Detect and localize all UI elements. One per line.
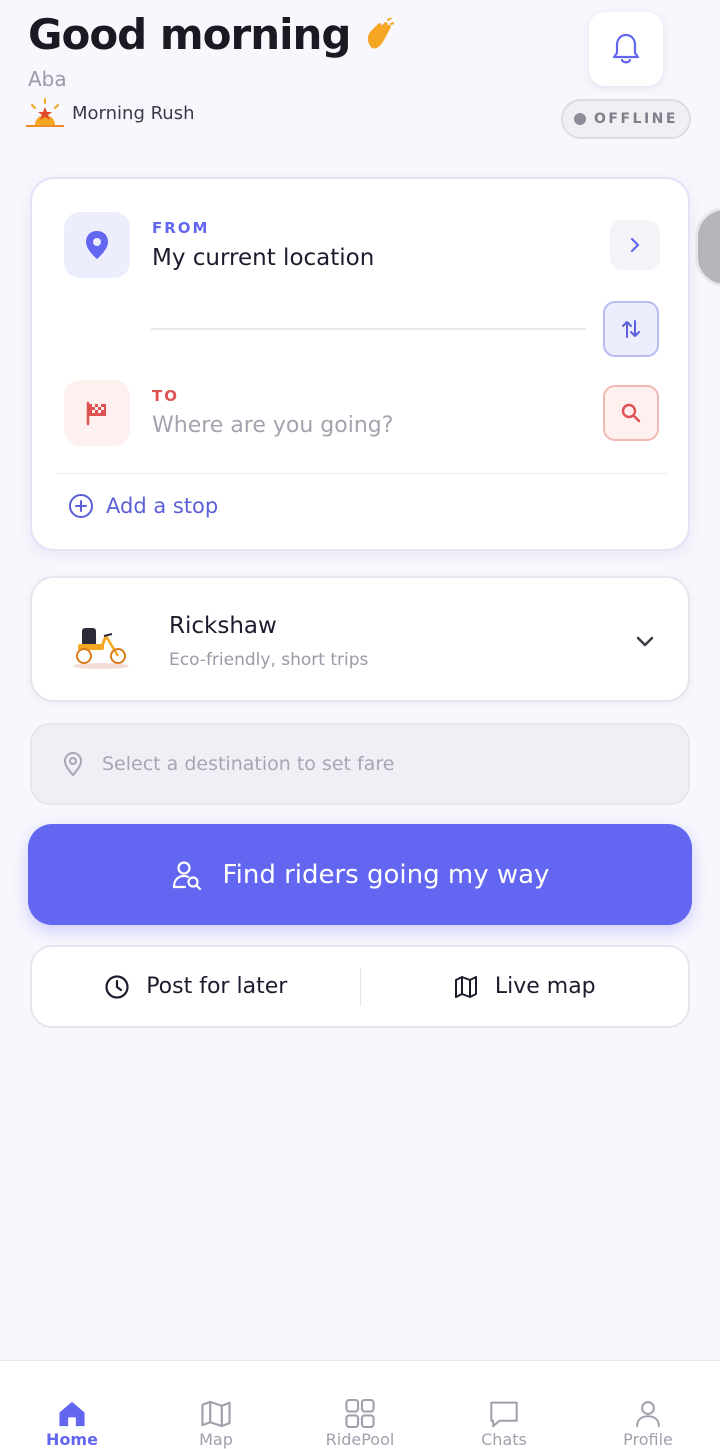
find-riders-button[interactable]: Find riders going my way [28,824,692,925]
nav-item-profile[interactable]: Profile [576,1361,720,1449]
status-dot [574,113,587,125]
user-search-icon [172,860,201,890]
add-stop-button[interactable]: Add a stop [68,493,218,519]
to-tile [64,380,130,446]
search-icon [621,403,641,423]
greeting-text: Good morning [28,10,351,59]
vehicle-description: Eco-friendly, short trips [169,650,369,670]
map-icon [201,1400,231,1428]
route-card: FROM My current location TO Where are yo… [30,177,690,551]
period-indicator: Morning Rush [24,98,194,128]
period-label: Morning Rush [72,102,195,124]
nav-label-map: Map [199,1430,233,1449]
sunrise-icon [26,98,64,127]
map-icon [454,975,477,998]
vehicle-name: Rickshaw [169,613,277,639]
plus-circle-icon [69,494,93,518]
destination-input[interactable]: Where are you going? [152,413,393,438]
nav-item-home[interactable]: Home [0,1361,144,1449]
chevron-right-icon [630,237,640,253]
online-status-toggle[interactable]: OFFLINE [561,99,691,139]
home-icon [59,1401,85,1427]
user-name: Aba [28,67,67,91]
floating-handle[interactable] [695,207,720,287]
nav-item-ridepool[interactable]: RidePool [288,1361,432,1449]
bottom-navigation: Home Map RidePool Chats Profile [0,1360,720,1449]
vehicle-selector[interactable]: Rickshaw Eco-friendly, short trips [30,576,690,702]
to-label: TO [152,387,179,405]
nav-label-ridepool: RidePool [325,1430,395,1449]
swap-icon [622,320,640,338]
nav-label-profile: Profile [623,1430,673,1449]
waving-hand-icon [368,17,395,49]
swap-locations-button[interactable] [603,301,659,357]
post-for-later-button[interactable]: Post for later [32,947,360,1026]
rickshaw-icon [73,628,129,669]
from-label: FROM [152,219,210,237]
nav-item-chats[interactable]: Chats [432,1361,576,1449]
from-tile [64,212,130,278]
grid-icon [345,1399,375,1428]
greeting-heading: Good morning [28,10,395,59]
notifications-button[interactable] [589,12,663,86]
nav-label-chats: Chats [481,1430,527,1449]
clock-icon [105,974,129,999]
from-to-divider [151,328,586,330]
fare-field[interactable]: Select a destination to set fare [30,723,690,805]
chevron-down-icon [636,636,654,647]
search-destination-button[interactable] [603,385,659,441]
add-stop-label: Add a stop [106,494,219,518]
card-divider [56,473,668,474]
secondary-actions: Post for later Live map [30,945,690,1028]
chat-icon [490,1401,518,1428]
find-riders-label: Find riders going my way [222,859,550,890]
live-map-button[interactable]: Live map [361,947,689,1026]
post-for-later-label: Post for later [146,974,288,999]
from-select-button[interactable] [610,220,660,270]
bell-icon [612,33,640,64]
fare-placeholder: Select a destination to set fare [102,753,395,775]
location-outline-icon [63,751,83,777]
live-map-label: Live map [494,974,596,999]
from-input[interactable]: My current location [152,245,374,271]
checkered-flag-icon [86,401,106,426]
nav-label-home: Home [46,1430,98,1449]
user-icon [636,1401,660,1428]
location-pin-icon [86,231,108,259]
nav-item-map[interactable]: Map [144,1361,288,1449]
status-label: OFFLINE [594,111,678,127]
